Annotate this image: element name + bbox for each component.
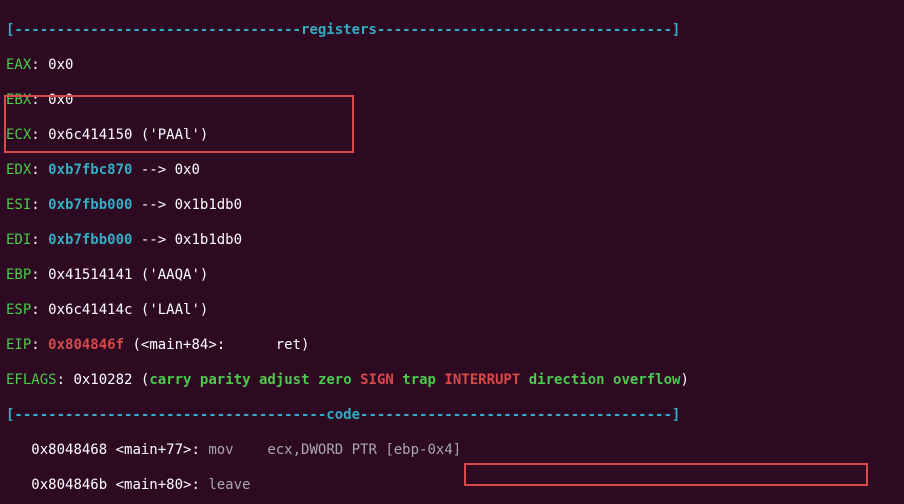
ecx-row: ECX: 0x6c414150 ('PAAl') bbox=[6, 127, 898, 145]
terminal-output: [----------------------------------regis… bbox=[0, 0, 904, 504]
edx-row: EDX: 0xb7fbc870 --> 0x0 bbox=[6, 162, 898, 180]
esp-row: ESP: 0x6c41414c ('LAAl') bbox=[6, 302, 898, 320]
ebp-row: EBP: 0x41514141 ('AAQA') bbox=[6, 267, 898, 285]
eax-row: EAX: 0x0 bbox=[6, 57, 898, 75]
registers-section: [----------------------------------regis… bbox=[6, 22, 898, 40]
eflags-row: EFLAGS: 0x10282 (carry parity adjust zer… bbox=[6, 372, 898, 390]
ebx-row: EBX: 0x0 bbox=[6, 92, 898, 110]
eip-row: EIP: 0x804846f (<main+84>: ret) bbox=[6, 337, 898, 355]
esi-row: ESI: 0xb7fbb000 --> 0x1b1db0 bbox=[6, 197, 898, 215]
edi-row: EDI: 0xb7fbb000 --> 0x1b1db0 bbox=[6, 232, 898, 250]
code-line-1: 0x804846b <main+80>: leave bbox=[6, 477, 898, 495]
code-line-0: 0x8048468 <main+77>: mov ecx,DWORD PTR [… bbox=[6, 442, 898, 460]
code-section: [-------------------------------------co… bbox=[6, 407, 898, 425]
